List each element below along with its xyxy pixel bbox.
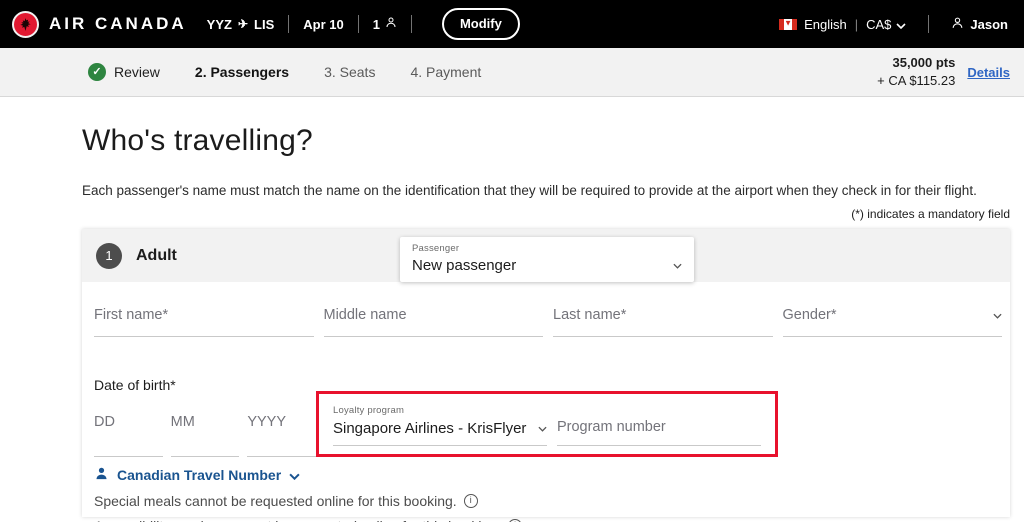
step-seats: 3. Seats (324, 64, 375, 80)
account-menu[interactable]: Jason (951, 16, 1008, 33)
passenger-select[interactable]: Passenger New passenger (400, 237, 694, 282)
step-label: Review (114, 64, 160, 80)
dob-month-input[interactable] (170, 414, 240, 430)
mandatory-field-note: (*) indicates a mandatory field (851, 207, 1010, 221)
modify-button[interactable]: Modify (441, 8, 520, 40)
passenger-type-label: Adult (136, 246, 177, 264)
chevron-down-icon (896, 17, 906, 32)
divider (357, 15, 359, 33)
last-name-input[interactable] (553, 307, 773, 323)
currency-selector[interactable]: CA$ (866, 17, 906, 32)
top-header: AIR CANADA YYZ ✈ LIS Apr 10 1 Modify ▼ E… (0, 0, 1024, 48)
loyalty-program-value: Singapore Airlines - KrisFlyer (333, 419, 527, 437)
canadian-travel-number-label: Canadian Travel Number (117, 467, 282, 483)
passenger-count-value: 1 (372, 16, 380, 32)
last-name-field[interactable] (553, 306, 773, 337)
chevron-down-icon (993, 306, 1002, 324)
page-title: Who's travelling? (82, 124, 313, 157)
check-circle-icon: ✓ (88, 63, 106, 81)
currency-value: CA$ (866, 16, 892, 32)
main-content: Who's travelling? Each passenger's name … (0, 124, 1024, 522)
loyalty-program-label: Loyalty program (333, 405, 405, 416)
chevron-down-icon (673, 256, 682, 274)
info-icon[interactable]: i (463, 494, 478, 508)
dob-group (94, 413, 317, 457)
dob-month-field[interactable] (170, 413, 240, 457)
accessibility-notice: Accessibility services cannot be request… (94, 518, 1002, 522)
dob-year-input[interactable] (247, 414, 317, 430)
canadian-travel-number-toggle[interactable]: Canadian Travel Number (94, 466, 300, 484)
passenger-card-header: 1 Adult Passenger New passenger (82, 229, 1010, 282)
person-icon (94, 466, 109, 484)
passenger-number-badge: 1 (96, 242, 122, 269)
notice-text: Accessibility services cannot be request… (94, 518, 501, 522)
page-subtitle: Each passenger's name must match the nam… (82, 183, 977, 198)
passenger-select-value: New passenger (412, 256, 517, 274)
checkout-progress: ✓ Review 2. Passengers 3. Seats 4. Payme… (0, 48, 1024, 97)
step-passengers[interactable]: 2. Passengers (195, 64, 289, 80)
gender-select-placeholder: Gender* (782, 307, 837, 323)
middle-name-field[interactable] (323, 306, 543, 337)
divider: | (854, 16, 859, 32)
passenger-card: 1 Adult Passenger New passenger First na… (82, 229, 1010, 522)
passenger-count: 1 (373, 16, 397, 32)
language-selector[interactable]: English (804, 17, 847, 32)
dob-day-field[interactable] (94, 413, 163, 457)
brand-wordmark[interactable]: AIR CANADA (49, 14, 187, 34)
user-name: Jason (970, 16, 1008, 32)
program-number-input[interactable] (556, 419, 761, 435)
destination-code: LIS (254, 16, 275, 32)
person-icon (385, 16, 397, 32)
dob-day-input[interactable] (94, 414, 163, 430)
program-number-field[interactable] (556, 418, 761, 446)
step-payment: 4. Payment (410, 64, 481, 80)
price-summary: 35,000 pts + CA $115.23 (877, 54, 955, 90)
step-label: 3. Seats (324, 64, 376, 80)
points-total: 35,000 pts (892, 54, 956, 70)
chevron-down-icon (289, 468, 300, 483)
special-meals-notice: Special meals cannot be requested online… (94, 493, 1002, 509)
notice-text: Special meals cannot be requested online… (94, 493, 457, 509)
trip-date: Apr 10 (303, 16, 344, 32)
air-canada-logo-icon[interactable] (12, 10, 39, 38)
step-review[interactable]: ✓ Review (88, 63, 160, 81)
canada-flag-icon: ▼ (779, 18, 798, 30)
airplane-icon: ✈ (237, 17, 249, 31)
divider (928, 15, 930, 33)
dob-year-field[interactable] (247, 413, 317, 457)
step-label: 2. Passengers (194, 64, 290, 80)
chevron-down-icon (538, 419, 547, 437)
details-link[interactable]: Details (967, 65, 1010, 80)
middle-name-input[interactable] (323, 307, 543, 323)
divider (410, 15, 412, 33)
person-icon (951, 16, 964, 33)
divider (288, 15, 290, 33)
origin-code: YYZ (206, 16, 232, 32)
passenger-select-label: Passenger (412, 243, 460, 254)
loyalty-program-select[interactable]: Loyalty program Singapore Airlines - Kri… (333, 405, 547, 446)
loyalty-highlight-box: Loyalty program Singapore Airlines - Kri… (316, 391, 778, 457)
trip-route: YYZ ✈ LIS (207, 17, 275, 32)
cash-total: + CA $115.23 (877, 73, 956, 88)
gender-select[interactable]: Gender* (782, 306, 1002, 337)
first-name-field[interactable] (94, 306, 314, 337)
first-name-input[interactable] (94, 307, 314, 323)
step-label: 4. Payment (410, 64, 482, 80)
